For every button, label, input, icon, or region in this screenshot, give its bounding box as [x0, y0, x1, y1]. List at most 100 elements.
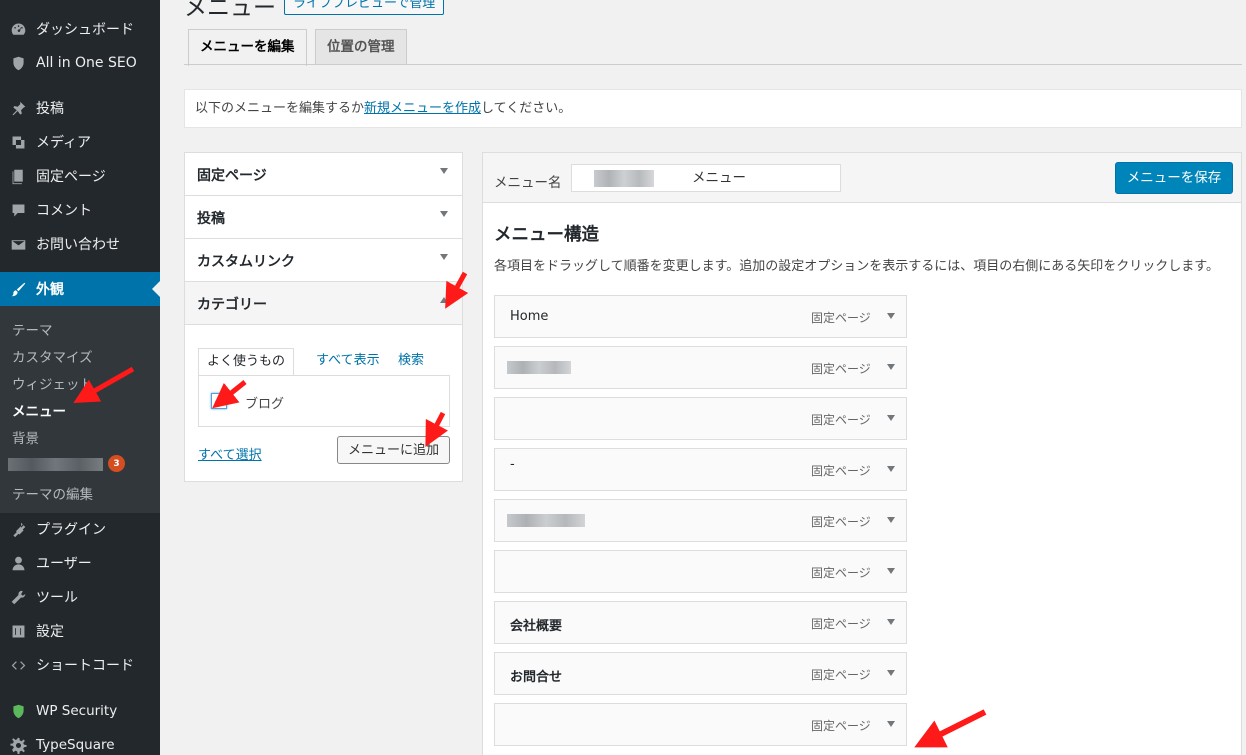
- submenu-item-menus[interactable]: メニュー: [12, 400, 66, 420]
- select-all-link[interactable]: すべて選択: [198, 444, 262, 463]
- menu-item-type: 固定ページ: [811, 668, 871, 682]
- chevron-down-icon[interactable]: [887, 517, 895, 523]
- security-shield-icon: [8, 701, 28, 721]
- chevron-down-icon[interactable]: [887, 670, 895, 676]
- sidebar-item-typesquare[interactable]: TypeSquare: [0, 728, 160, 755]
- menu-item[interactable]: 会社概要 固定ページ: [494, 601, 907, 644]
- chevron-down-icon[interactable]: [887, 313, 895, 319]
- sidebar-item-label: 外観: [36, 282, 64, 298]
- sidebar-item-contact[interactable]: お問い合わせ: [0, 227, 160, 261]
- add-menu-items-panel: 固定ページ 投稿 カスタムリンク カテゴリー よく使うもの すべて表示 検索 ✓…: [184, 152, 463, 482]
- code-icon: [8, 655, 28, 675]
- accordion-section-label: カスタムリンク: [197, 254, 295, 270]
- mail-icon: [8, 234, 28, 254]
- accordion-section-categories[interactable]: カテゴリー: [185, 282, 462, 325]
- admin-sidebar: ダッシュボード All in One SEO 投稿 メディア 固定ページ コメン…: [0, 0, 160, 755]
- menu-name-input[interactable]: メニュー: [571, 164, 841, 192]
- chevron-down-icon[interactable]: [887, 364, 895, 370]
- pin-icon: [8, 98, 28, 118]
- menu-item[interactable]: お問合せ 固定ページ: [494, 652, 907, 695]
- page-icon: [8, 166, 28, 186]
- chevron-up-icon[interactable]: [440, 297, 448, 303]
- tabs-divider: [184, 64, 1242, 65]
- menu-item-type: 固定ページ: [811, 464, 871, 478]
- redacted-text: [594, 170, 654, 187]
- sidebar-item-label: 固定ページ: [36, 169, 106, 185]
- accordion-section-label: カテゴリー: [197, 297, 267, 313]
- wrench-icon: [8, 587, 28, 607]
- menu-item-title: -: [510, 457, 515, 472]
- tab-search[interactable]: 検索: [390, 348, 432, 376]
- sidebar-item-label: コメント: [36, 203, 92, 219]
- menu-item[interactable]: 固定ページ: [494, 703, 907, 746]
- chevron-down-icon[interactable]: [440, 168, 448, 174]
- chevron-down-icon[interactable]: [887, 619, 895, 625]
- accordion-section-pages[interactable]: 固定ページ: [185, 153, 462, 196]
- redacted-text: [8, 458, 103, 471]
- chevron-down-icon[interactable]: [440, 211, 448, 217]
- chevron-down-icon[interactable]: [887, 568, 895, 574]
- sidebar-item-appearance[interactable]: 外観: [0, 272, 160, 306]
- sidebar-item-settings[interactable]: 設定: [0, 614, 160, 648]
- sidebar-item-label: ダッシュボード: [36, 22, 134, 38]
- menu-item-type: 固定ページ: [811, 617, 871, 631]
- menu-item[interactable]: 固定ページ: [494, 346, 907, 389]
- sidebar-item-label: ツール: [36, 590, 78, 606]
- tab-edit-menus[interactable]: メニューを編集: [188, 29, 307, 66]
- sidebar-item-label: WP Security: [36, 703, 118, 719]
- sidebar-item-posts[interactable]: 投稿: [0, 91, 160, 125]
- sidebar-item-users[interactable]: ユーザー: [0, 546, 160, 580]
- menu-select-notice: 以下のメニューを編集するか新規メニューを作成してください。: [184, 89, 1242, 128]
- menu-item-type: 固定ページ: [811, 719, 871, 733]
- category-label: ブログ: [245, 397, 285, 412]
- submenu-item-customize[interactable]: カスタマイズ: [12, 346, 93, 366]
- submenu-item-theme-editor[interactable]: テーマの編集: [12, 483, 93, 503]
- tab-most-used[interactable]: よく使うもの: [198, 348, 295, 376]
- submenu-item-background[interactable]: 背景: [12, 427, 39, 447]
- menu-item[interactable]: 固定ページ: [494, 397, 907, 440]
- live-preview-button[interactable]: ライブプレビューで管理: [284, 0, 445, 15]
- comment-icon: [8, 200, 28, 220]
- chevron-down-icon[interactable]: [440, 254, 448, 260]
- sidebar-item-dashboard[interactable]: ダッシュボード: [0, 12, 160, 46]
- menu-item-title: 会社概要: [510, 619, 563, 634]
- submenu-item-widgets[interactable]: ウィジェット: [12, 373, 93, 393]
- add-to-menu-button[interactable]: メニューに追加: [337, 436, 451, 464]
- shield-icon: [8, 53, 28, 73]
- submenu-item-redacted[interactable]: [8, 458, 103, 475]
- category-checkbox[interactable]: ✓: [211, 393, 227, 409]
- menu-item[interactable]: Home 固定ページ: [494, 295, 907, 338]
- notice-prefix: 以下のメニューを編集するか: [195, 101, 365, 116]
- sidebar-item-label: All in One SEO: [36, 55, 137, 71]
- sidebar-item-all-in-one-seo[interactable]: All in One SEO: [0, 46, 160, 80]
- sidebar-item-comments[interactable]: コメント: [0, 193, 160, 227]
- chevron-down-icon[interactable]: [887, 466, 895, 472]
- settings-icon: [8, 621, 28, 641]
- sidebar-item-tools[interactable]: ツール: [0, 580, 160, 614]
- sidebar-item-plugins[interactable]: プラグイン: [0, 512, 160, 546]
- chevron-down-icon[interactable]: [887, 415, 895, 421]
- save-menu-button[interactable]: メニューを保存: [1115, 162, 1233, 194]
- sidebar-item-shortcode[interactable]: ショートコード: [0, 648, 160, 682]
- tab-view-all[interactable]: すべて表示: [308, 348, 388, 376]
- sidebar-item-pages[interactable]: 固定ページ: [0, 159, 160, 193]
- update-count-badge: 3: [108, 455, 125, 472]
- sidebar-item-label: TypeSquare: [36, 737, 115, 753]
- accordion-section-posts[interactable]: 投稿: [185, 196, 462, 239]
- sidebar-item-label: 設定: [36, 624, 64, 640]
- submenu-item-themes[interactable]: テーマ: [12, 319, 53, 339]
- chevron-down-icon[interactable]: [887, 721, 895, 727]
- sidebar-item-wp-security[interactable]: WP Security: [0, 694, 160, 728]
- menu-item-type: 固定ページ: [811, 311, 871, 325]
- menu-item[interactable]: 固定ページ: [494, 499, 907, 542]
- menu-item[interactable]: 固定ページ: [494, 550, 907, 593]
- menu-editor-panel: メニュー名 メニュー メニューを保存 メニュー構造 各項目をドラッグして順番を変…: [482, 152, 1242, 755]
- menu-item-title: お問合せ: [510, 670, 563, 685]
- create-new-menu-link[interactable]: 新規メニューを作成: [364, 101, 481, 116]
- tab-manage-locations[interactable]: 位置の管理: [315, 29, 407, 65]
- menu-item-type: 固定ページ: [811, 362, 871, 376]
- sidebar-item-label: メディア: [36, 135, 92, 151]
- sidebar-item-media[interactable]: メディア: [0, 125, 160, 159]
- menu-item[interactable]: - 固定ページ: [494, 448, 907, 491]
- accordion-section-custom-links[interactable]: カスタムリンク: [185, 239, 462, 282]
